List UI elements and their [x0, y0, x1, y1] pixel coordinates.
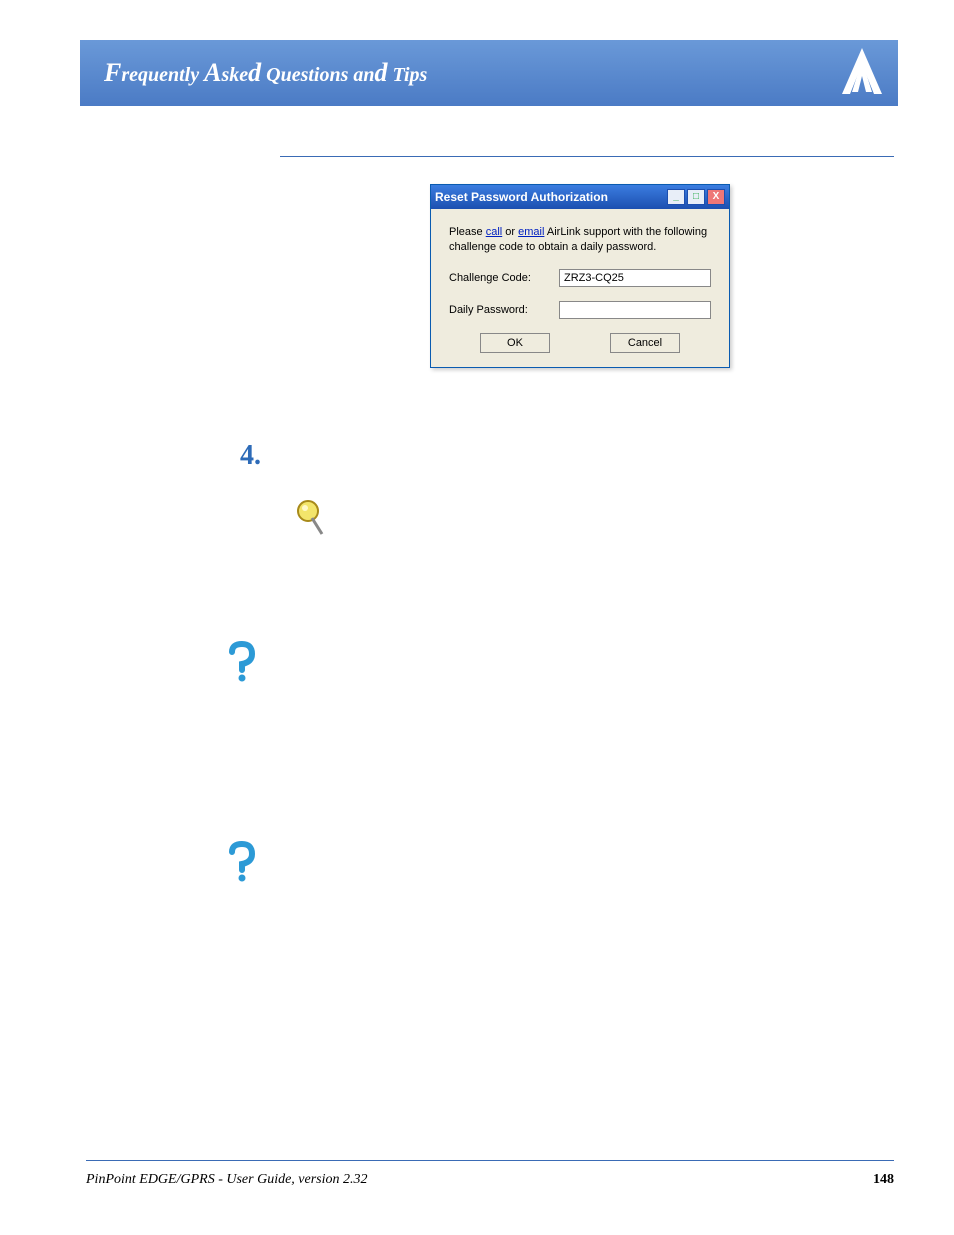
challenge-code-label: Challenge Code: — [449, 272, 559, 284]
call-link[interactable]: call — [486, 226, 503, 238]
dialog-title: Reset Password Authorization — [435, 190, 667, 204]
daily-password-input[interactable] — [559, 301, 711, 319]
maximize-button[interactable]: □ — [687, 189, 705, 205]
cancel-button[interactable]: Cancel — [610, 333, 680, 353]
reset-password-dialog: Reset Password Authorization _ □ X Pleas… — [430, 184, 730, 368]
brand-logo-icon — [832, 42, 892, 102]
faq-answer: Wireless Ace can only be used with modem… — [274, 665, 870, 770]
note-block: Note: The code you will be given is only… — [292, 498, 870, 561]
page-footer: PinPoint EDGE/GPRS - User Guide, version… — [86, 1172, 894, 1188]
daily-password-label: Daily Password: — [449, 304, 559, 316]
faq-answer: RSSI (Received Signal Strength Indicator… — [274, 886, 870, 970]
section-rule — [280, 156, 894, 157]
step-number: 4. — [240, 440, 284, 472]
step-item: 4. Enter the daily password you were giv… — [240, 440, 870, 472]
dialog-message: Please call or email AirLink support wit… — [449, 225, 711, 255]
page-number: 148 — [873, 1172, 894, 1188]
pushpin-icon — [292, 498, 346, 561]
email-link[interactable]: email — [518, 226, 544, 238]
footer-rule — [86, 1160, 894, 1161]
continuation-paragraph: Wireless Ace shows the RSSI in two ways.… — [284, 1000, 870, 1063]
note-text: The code you will be given is only valid… — [346, 500, 863, 558]
faq-question: Can I use Wireless Ace with my Redwing C… — [274, 640, 870, 661]
faq-question: Why is the signal strength RSSI shown in… — [274, 840, 870, 882]
challenge-code-input[interactable] — [559, 269, 711, 287]
ok-button[interactable]: OK — [480, 333, 550, 353]
header-bar: Frequently Asked Questions and Tips — [80, 40, 898, 106]
question-icon — [224, 840, 274, 970]
question-icon — [224, 640, 274, 770]
minimize-button[interactable]: _ — [667, 189, 685, 205]
step-text: Enter the daily password you were given … — [284, 440, 870, 472]
faq-item: Why is the signal strength RSSI shown in… — [224, 840, 870, 970]
dialog-titlebar[interactable]: Reset Password Authorization _ □ X — [431, 185, 729, 209]
footer-left: PinPoint EDGE/GPRS - User Guide, version… — [86, 1172, 368, 1188]
faq-item: Can I use Wireless Ace with my Redwing C… — [224, 640, 870, 770]
close-button[interactable]: X — [707, 189, 725, 205]
note-header: Note: — [346, 500, 381, 516]
header-title: Frequently Asked Questions and Tips — [104, 58, 427, 88]
